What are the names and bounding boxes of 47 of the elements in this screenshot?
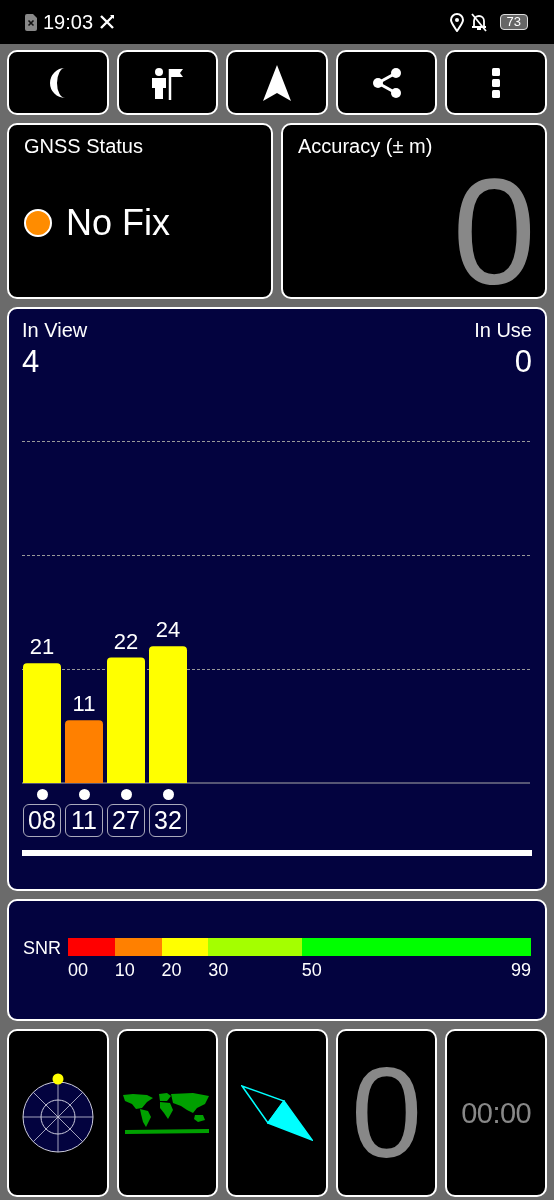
tools-icon <box>99 14 117 30</box>
toolbar-button[interactable] <box>7 50 109 115</box>
snr-label: SNR <box>23 939 61 957</box>
more-options-icon <box>492 67 501 98</box>
snr-scale-label: 10 <box>114 960 135 981</box>
tile-button[interactable] <box>116 1029 219 1197</box>
fix-status: No Fix <box>66 202 170 244</box>
satellite-id: 08 <box>23 804 61 837</box>
snr-scale-label: 00 <box>68 960 89 981</box>
card-title: Accuracy (± m) <box>298 135 434 158</box>
navigation-arrow-icon <box>263 64 291 101</box>
snr-scale-label: 50 <box>301 960 322 981</box>
location-pin-icon <box>449 12 464 32</box>
person-flag-icon <box>150 65 185 100</box>
satellite-id: 32 <box>149 804 187 837</box>
satellite-id: 27 <box>107 804 145 837</box>
snr-scale-label: 20 <box>161 960 182 981</box>
compass-needle-drawing <box>241 1085 313 1141</box>
toolbar-button[interactable] <box>116 50 219 115</box>
snr-scale-label: 99 <box>510 960 531 981</box>
battery-indicator: 73 <box>499 14 528 30</box>
satellite-count: 0 <box>351 1058 423 1168</box>
in-use-label: In Use <box>474 319 532 342</box>
bar-value: 24 <box>155 617 181 643</box>
tile-button[interactable] <box>7 1029 109 1197</box>
menu-button[interactable] <box>445 50 547 115</box>
signal-bar <box>65 720 103 783</box>
bar-value: 22 <box>113 628 139 654</box>
snr-scale-label: 30 <box>208 960 229 981</box>
bar-value: 21 <box>29 634 55 660</box>
accuracy-value: 0 <box>452 172 536 292</box>
sim-card-icon <box>25 13 37 31</box>
card-title: GNSS Status <box>24 135 144 158</box>
in-use-count: 0 <box>514 344 532 380</box>
satellite-id: 11 <box>65 804 103 837</box>
toolbar-button[interactable] <box>335 50 438 115</box>
tile-button[interactable] <box>226 1029 328 1197</box>
share-icon <box>370 66 403 99</box>
tile-button[interactable]: 0 <box>335 1029 438 1197</box>
clock-time: 19:03 <box>43 10 94 34</box>
in-view-count: 4 <box>22 344 40 380</box>
tile-button[interactable]: 00:00 <box>445 1029 547 1197</box>
elapsed-time: 00:00 <box>461 1096 532 1130</box>
toolbar-button[interactable] <box>226 50 328 115</box>
bar-value: 11 <box>72 691 96 717</box>
in-view-label: In View <box>22 319 88 342</box>
bell-off-icon <box>469 12 488 32</box>
